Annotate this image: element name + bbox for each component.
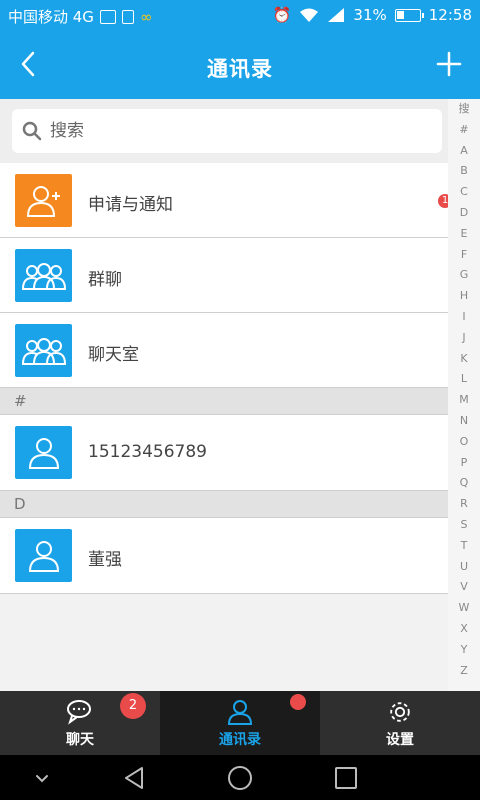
index-letter[interactable]: B xyxy=(448,161,480,182)
clock: 12:58 xyxy=(428,6,472,24)
list-item-label: 15123456789 xyxy=(88,442,207,462)
index-letter[interactable]: V xyxy=(448,577,480,598)
list-item-label: 群聊 xyxy=(88,270,122,290)
index-letter[interactable]: E xyxy=(448,224,480,245)
index-letter[interactable]: D xyxy=(448,203,480,224)
index-letter[interactable]: # xyxy=(448,120,480,141)
notification-dot xyxy=(290,694,306,710)
page-title: 通讯录 xyxy=(207,57,273,81)
back-triangle-icon[interactable] xyxy=(120,764,148,792)
system-nav-bar xyxy=(0,755,480,800)
index-letter[interactable]: R xyxy=(448,494,480,515)
search-icon xyxy=(22,121,42,141)
tab-contacts[interactable]: 通讯录 xyxy=(160,691,320,755)
index-letter[interactable]: S xyxy=(448,515,480,536)
group-icon xyxy=(15,324,72,377)
app-header: 通讯录 xyxy=(0,31,480,99)
contact-list: 申请与通知 群聊 聊天室 # 15123456789 D 董强 xyxy=(0,163,448,594)
list-item-label: 董强 xyxy=(88,550,122,570)
index-letter[interactable]: N xyxy=(448,411,480,432)
index-letter[interactable]: M xyxy=(448,390,480,411)
index-letter[interactable]: W xyxy=(448,598,480,619)
gear-icon xyxy=(390,702,410,722)
wifi-icon xyxy=(300,8,319,22)
index-letter[interactable]: I xyxy=(448,307,480,328)
index-letter[interactable]: Z xyxy=(448,661,480,682)
search-box[interactable] xyxy=(12,109,442,153)
search-input[interactable] xyxy=(50,117,430,145)
list-item[interactable]: 15123456789 xyxy=(0,415,448,491)
alphabet-index[interactable]: 搜 # A B C D E F G H I J K L M N O P Q R S T U V W X Y Z xyxy=(448,99,480,691)
search-area xyxy=(0,99,448,163)
image-icon xyxy=(99,9,116,24)
plus-icon[interactable] xyxy=(434,49,464,79)
person-icon xyxy=(15,529,72,582)
battery-icon xyxy=(394,8,424,22)
section-header: # xyxy=(0,388,448,415)
tab-chat[interactable]: 聊天 2 xyxy=(0,691,160,755)
bottom-tab-bar: 聊天 2 通讯录 设置 xyxy=(0,691,480,755)
index-letter[interactable]: T xyxy=(448,536,480,557)
alarm-icon: ⏰ xyxy=(272,6,292,24)
tab-label: 设置 xyxy=(386,732,414,748)
index-letter[interactable]: Y xyxy=(448,640,480,661)
sim-icon xyxy=(121,9,134,24)
signal-icon xyxy=(328,8,345,22)
tab-label: 通讯录 xyxy=(219,732,261,748)
index-letter[interactable]: G xyxy=(448,265,480,286)
index-letter[interactable]: 搜 xyxy=(448,99,480,120)
person-icon xyxy=(15,426,72,479)
index-letter[interactable]: F xyxy=(448,245,480,266)
add-person-icon xyxy=(15,174,72,227)
unread-badge: 2 xyxy=(120,693,146,719)
infinity-icon: ∞ xyxy=(139,7,153,26)
index-letter[interactable]: O xyxy=(448,432,480,453)
group-icon xyxy=(15,249,72,302)
list-item-requests[interactable]: 申请与通知 xyxy=(0,163,448,238)
contacts-person-icon xyxy=(227,700,253,725)
tab-label: 聊天 xyxy=(66,732,94,748)
list-item-chatroom[interactable]: 聊天室 xyxy=(0,313,448,388)
index-letter[interactable]: K xyxy=(448,349,480,370)
index-letter[interactable]: A xyxy=(448,141,480,162)
list-item-label: 聊天室 xyxy=(88,345,139,365)
section-header: D xyxy=(0,491,448,518)
index-letter[interactable]: Q xyxy=(448,473,480,494)
index-letter[interactable]: U xyxy=(448,557,480,578)
index-letter[interactable]: C xyxy=(448,182,480,203)
status-bar: 中国移动 4G ∞ ⏰ 31% 12:58 xyxy=(0,0,480,31)
list-item-label: 申请与通知 xyxy=(88,195,173,215)
chevron-down-icon[interactable] xyxy=(28,764,56,792)
list-item-group-chat[interactable]: 群聊 xyxy=(0,238,448,313)
recents-square-icon[interactable] xyxy=(332,764,360,792)
home-circle-icon[interactable] xyxy=(226,764,254,792)
index-letter[interactable]: P xyxy=(448,453,480,474)
battery-percent: 31% xyxy=(353,6,387,24)
chat-bubbles-icon xyxy=(67,700,91,725)
index-letter[interactable]: J xyxy=(448,328,480,349)
list-item[interactable]: 董强 xyxy=(0,518,448,594)
carrier-label: 中国移动 4G xyxy=(8,8,94,26)
index-letter[interactable]: L xyxy=(448,369,480,390)
index-letter[interactable]: X xyxy=(448,619,480,640)
tab-settings[interactable]: 设置 xyxy=(320,691,480,755)
index-letter[interactable]: H xyxy=(448,286,480,307)
